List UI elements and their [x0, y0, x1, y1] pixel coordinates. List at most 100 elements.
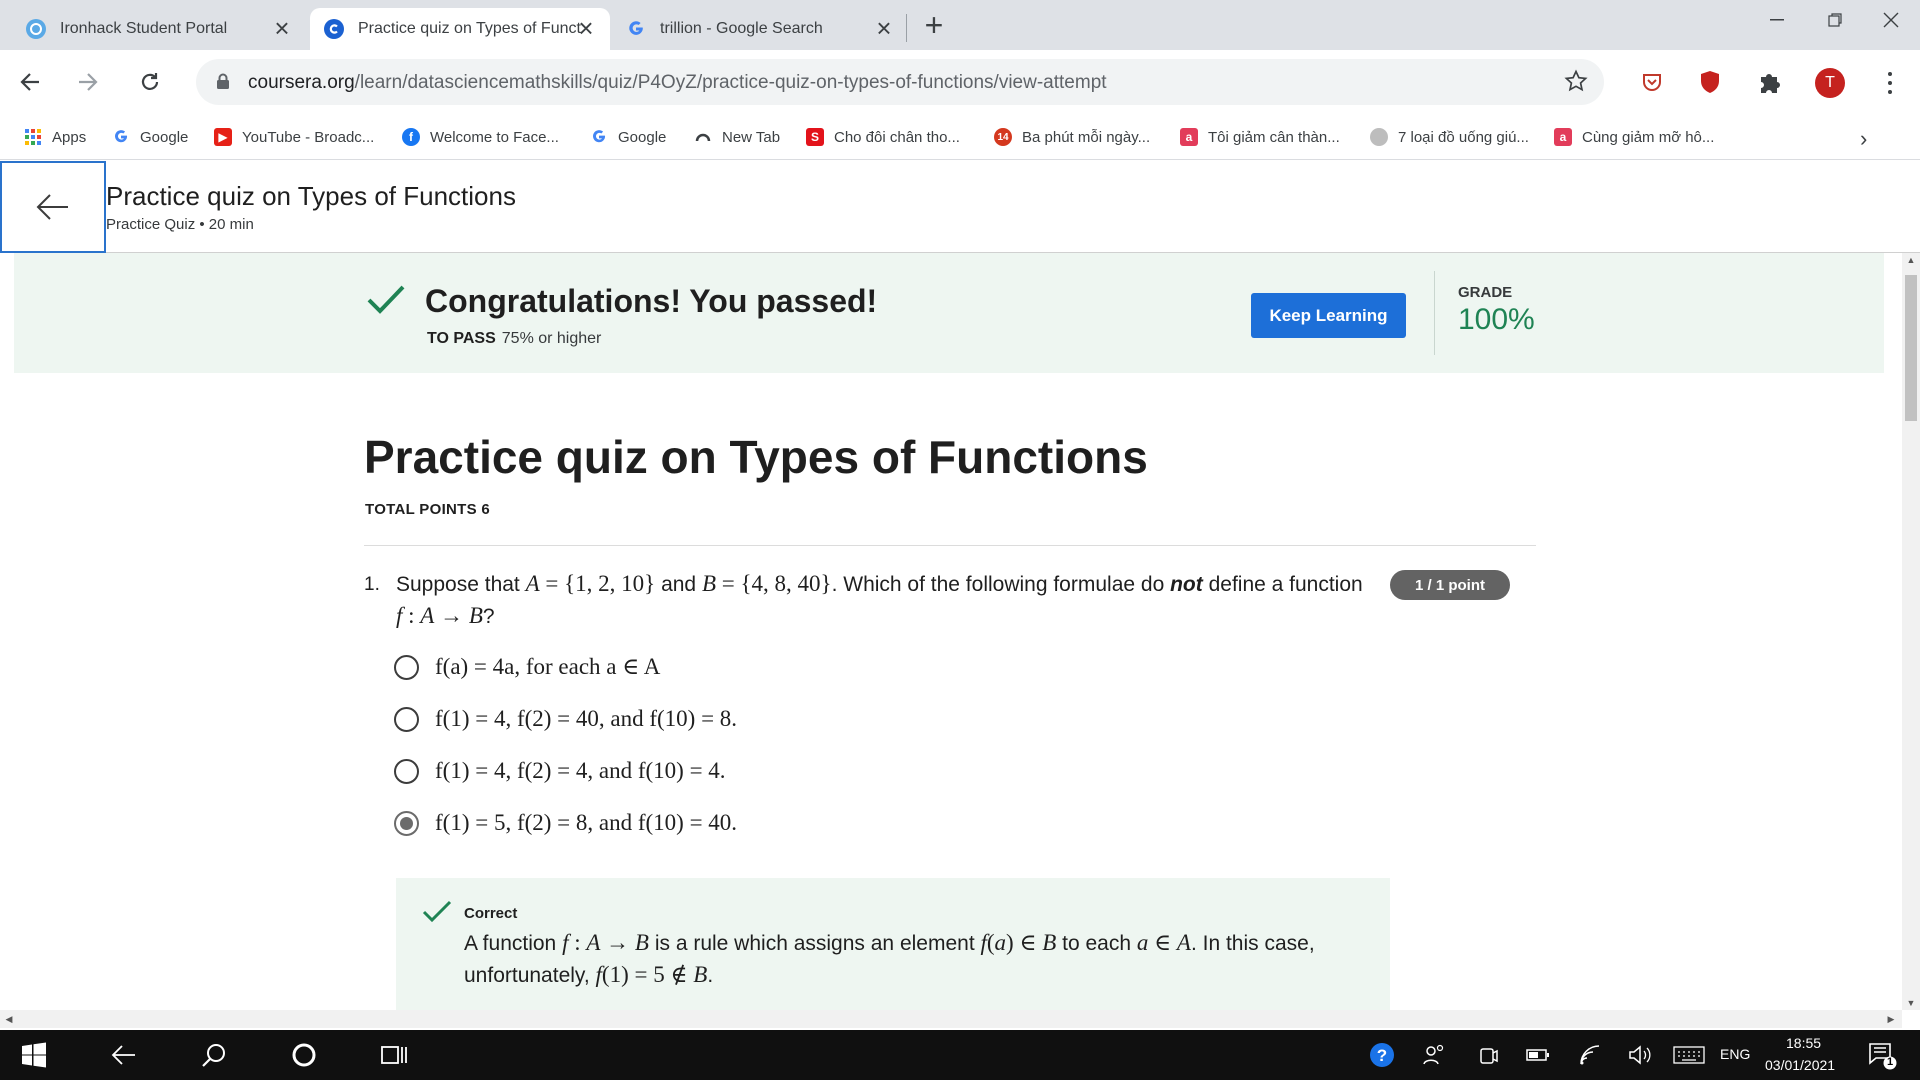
vertical-scrollbar[interactable]: ▲ ▼ [1902, 253, 1920, 1010]
new-tab-icon [694, 128, 712, 146]
scroll-left-icon[interactable]: ◀ [2, 1010, 16, 1028]
bookmark-cho-doi-chan[interactable]: S Cho đôi chân tho... [806, 124, 960, 150]
wifi-icon[interactable] [1574, 1040, 1606, 1070]
address-bar[interactable]: coursera.org/learn/datasciencemathskills… [196, 59, 1604, 105]
a-icon: a [1180, 128, 1198, 146]
radio-button[interactable] [394, 654, 419, 680]
bookmark-label: Cùng giảm mỡ hô... [1582, 128, 1715, 146]
course-header: Practice quiz on Types of Functions Prac… [0, 161, 1920, 253]
windows-start-icon[interactable] [18, 1040, 50, 1070]
answer-option[interactable]: f(a) = 4a, for each a ∈ A [394, 650, 660, 684]
back-arrow-icon[interactable] [108, 1040, 140, 1070]
answer-feedback: Correct A function f : A → B is a rule w… [396, 878, 1390, 1018]
extensions-puzzle-icon[interactable] [1754, 66, 1786, 98]
people-icon[interactable] [1418, 1040, 1450, 1070]
bookmark-label: Ba phút mỗi ngày... [1022, 128, 1151, 146]
scroll-up-icon[interactable]: ▲ [1902, 253, 1920, 267]
new-tab-button[interactable]: + [918, 9, 950, 42]
question-number: 1. [364, 574, 380, 595]
bookmark-star-icon[interactable] [1564, 69, 1588, 98]
bookmark-toi-giam-can[interactable]: a Tôi giảm cân thàn... [1180, 124, 1340, 150]
browser-toolbar: coursera.org/learn/datasciencemathskills… [0, 50, 1920, 114]
back-to-course-button[interactable] [0, 161, 106, 253]
minimize-button[interactable] [1748, 0, 1806, 40]
restore-button[interactable] [1806, 0, 1864, 40]
bookmark-youtube[interactable]: ▶ YouTube - Broadc... [214, 124, 374, 150]
quiz-title: Practice quiz on Types of Functions [364, 431, 1148, 483]
grade-value: 100% [1458, 303, 1535, 336]
divider [1434, 271, 1435, 355]
s-icon: S [806, 128, 824, 146]
tab-google-search[interactable]: trillion - Google Search × [612, 8, 908, 50]
arrow-left-icon [20, 73, 39, 91]
task-view-icon[interactable] [378, 1040, 410, 1070]
tab-title: Ironhack Student Portal [60, 20, 228, 37]
pocket-extension-icon[interactable] [1636, 66, 1668, 98]
bookmark-label: 7 loại đồ uống giú... [1398, 128, 1529, 146]
close-tab-icon[interactable]: × [574, 15, 598, 41]
to-pass-value: 75% or higher [501, 330, 602, 347]
radio-button-checked[interactable] [394, 810, 419, 836]
to-pass-label: TO PASS [427, 330, 496, 347]
bookmark-facebook[interactable]: f Welcome to Face... [402, 124, 559, 150]
radio-button[interactable] [394, 758, 419, 784]
bookmark-apps[interactable]: Apps [24, 124, 86, 150]
bookmark-label: Apps [52, 128, 87, 146]
keyboard-icon[interactable] [1672, 1040, 1706, 1070]
reload-button[interactable] [132, 64, 168, 100]
close-tab-icon[interactable]: × [872, 15, 896, 41]
scroll-down-icon[interactable]: ▼ [1902, 996, 1920, 1010]
arrow-left-icon [36, 194, 68, 220]
bookmark-new-tab[interactable]: New Tab [694, 124, 780, 150]
url-text: coursera.org/learn/datasciencemathskills… [248, 72, 1107, 94]
lock-icon [216, 73, 230, 95]
page-subtitle: Practice Quiz • 20 min [106, 216, 254, 233]
bookmark-google-2[interactable]: Google [590, 124, 666, 150]
arrow-right-icon [79, 73, 98, 91]
question-text: Suppose that A = {1, 2, 10} and B = {4, … [396, 571, 1363, 628]
back-button[interactable] [12, 64, 48, 100]
help-icon[interactable]: ? [1366, 1040, 1398, 1070]
close-window-button[interactable] [1862, 0, 1920, 40]
clock-time[interactable]: 18:55 [1786, 1035, 1821, 1051]
reload-icon [141, 73, 159, 90]
chevron-right-icon[interactable]: › [1860, 126, 1867, 152]
feedback-label: Correct [464, 905, 518, 922]
bookmarks-bar: Apps Google ▶ YouTube - Broadc... f Welc… [0, 114, 1920, 160]
scroll-right-icon[interactable]: ▶ [1884, 1010, 1898, 1028]
battery-icon[interactable] [1522, 1040, 1554, 1070]
keep-learning-button[interactable]: Keep Learning [1251, 293, 1406, 338]
close-tab-icon[interactable]: × [270, 15, 294, 41]
search-icon[interactable] [198, 1040, 230, 1070]
tab-ironhack[interactable]: Ironhack Student Portal × [0, 8, 306, 50]
input-language[interactable]: ENG [1720, 1046, 1750, 1062]
divider [364, 545, 1536, 546]
bookmark-cung-giam-mo[interactable]: a Cùng giảm mỡ hô... [1554, 124, 1714, 150]
scrollbar-thumb[interactable] [1905, 275, 1917, 421]
globe-icon [1370, 128, 1388, 146]
browser-menu-icon[interactable] [1880, 68, 1900, 98]
a-icon: a [1554, 128, 1572, 146]
bookmark-google[interactable]: Google [112, 124, 188, 150]
meet-now-icon[interactable] [1472, 1040, 1504, 1070]
answer-option-selected[interactable]: f(1) = 5, f(2) = 8, and f(10) = 40. [394, 806, 737, 840]
bookmark-7-loai[interactable]: 7 loại đồ uống giú... [1370, 124, 1529, 150]
tab-practice-quiz[interactable]: Practice quiz on Types of Funct × [310, 8, 610, 50]
notification-center-icon[interactable]: 1 [1866, 1040, 1898, 1070]
to-pass-requirement: TO PASS 75% or higher [427, 330, 601, 348]
radio-button[interactable] [394, 706, 419, 732]
volume-icon[interactable] [1624, 1040, 1656, 1070]
profile-avatar[interactable]: T [1815, 68, 1845, 98]
facebook-icon: f [402, 128, 420, 146]
forward-button[interactable] [70, 64, 106, 100]
tab-strip: Ironhack Student Portal × Practice quiz … [0, 0, 1920, 50]
option-label: f(1) = 4, f(2) = 4, and f(10) = 4. [435, 758, 726, 783]
check-icon [422, 900, 452, 929]
answer-option[interactable]: f(1) = 4, f(2) = 4, and f(10) = 4. [394, 754, 726, 788]
bookmark-ba-phut[interactable]: 14 Ba phút mỗi ngày... [994, 124, 1150, 150]
clock-date[interactable]: 03/01/2021 [1765, 1057, 1835, 1073]
shield-extension-icon[interactable] [1694, 66, 1726, 98]
cortana-icon[interactable] [288, 1040, 320, 1070]
horizontal-scrollbar[interactable]: ◀ ▶ [0, 1010, 1902, 1028]
answer-option[interactable]: f(1) = 4, f(2) = 40, and f(10) = 8. [394, 702, 737, 736]
